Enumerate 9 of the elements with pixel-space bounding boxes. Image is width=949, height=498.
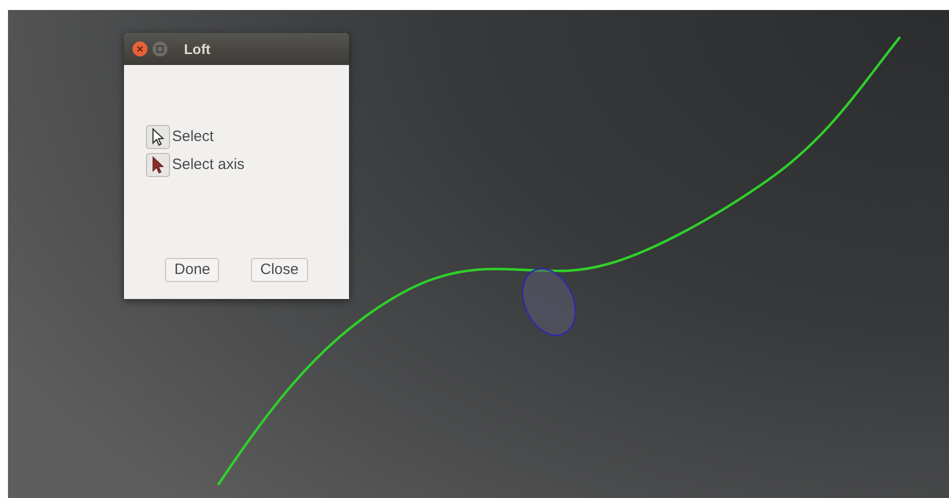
tool-label: Select: [172, 126, 214, 147]
tool-label: Select axis: [172, 154, 245, 175]
dialog-button[interactable]: Close: [251, 258, 308, 282]
ellipse-drawing: [522, 268, 576, 336]
close-icon[interactable]: [132, 41, 148, 57]
tool-button[interactable]: [146, 153, 170, 177]
window-title: Loft: [184, 40, 210, 58]
dialog-button[interactable]: Done: [165, 258, 220, 282]
tool-button[interactable]: [146, 125, 170, 149]
